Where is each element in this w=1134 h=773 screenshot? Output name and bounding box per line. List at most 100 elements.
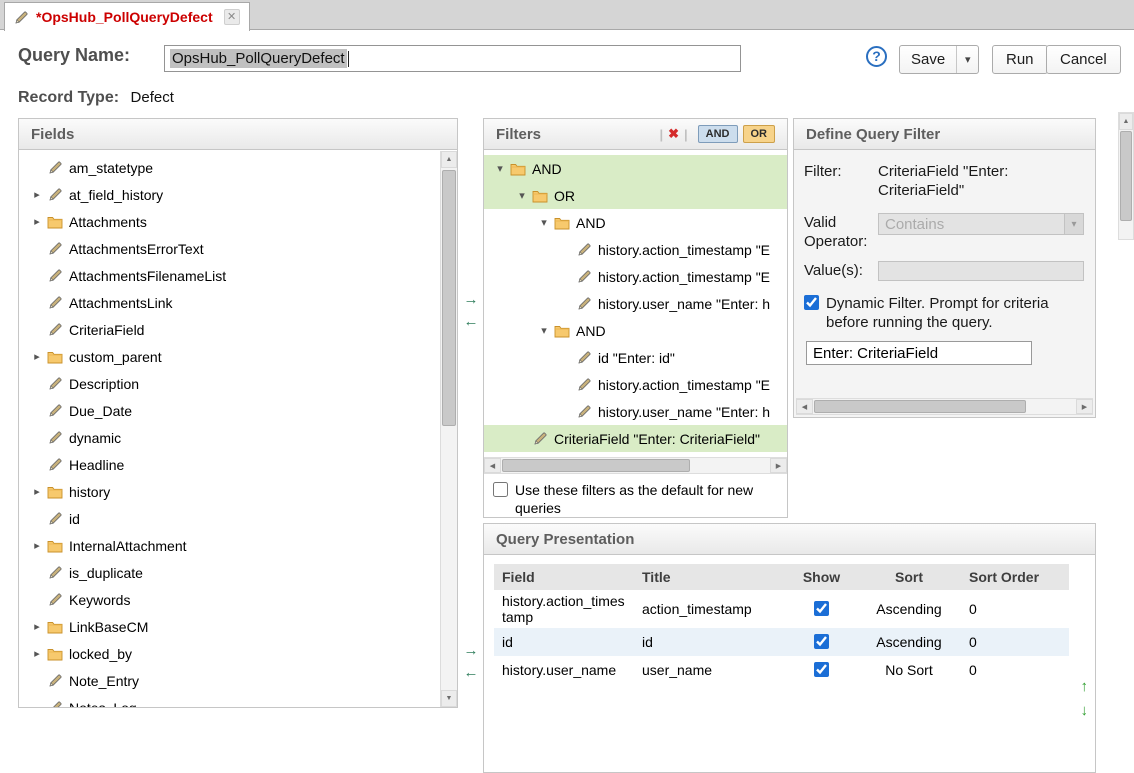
fields-scrollbar[interactable]: ▲ ▼ [440, 151, 457, 707]
scrollbar-thumb[interactable] [814, 400, 1026, 413]
field-item[interactable]: Notes_Log [19, 694, 440, 707]
filter-node-label: history.action_timestamp "E [598, 377, 770, 393]
field-item[interactable]: Headline [19, 451, 440, 478]
filters-horizontal-scrollbar[interactable]: ◀ ▶ [484, 457, 787, 474]
remove-from-presentation-icon[interactable]: ← [461, 664, 481, 681]
field-item[interactable]: Description [19, 370, 440, 397]
field-label: Description [69, 376, 139, 392]
collapse-arrow-icon[interactable]: ▾ [536, 216, 552, 229]
scroll-down-icon[interactable]: ▼ [441, 690, 457, 707]
help-icon[interactable]: ? [866, 46, 887, 67]
filter-node[interactable]: id "Enter: id" [484, 344, 787, 371]
table-row[interactable]: history.action_timestampaction_timestamp… [494, 590, 1069, 628]
filter-node-label: history.action_timestamp "E [598, 242, 770, 258]
field-item[interactable]: CriteriaField [19, 316, 440, 343]
collapse-arrow-icon[interactable]: ▾ [514, 189, 530, 202]
remove-from-filters-icon[interactable]: ← [461, 313, 481, 330]
reorder-down-icon[interactable]: ↓ [1081, 702, 1089, 719]
table-row[interactable]: history.user_nameuser_nameNo Sort0 [494, 656, 1069, 684]
show-checkbox[interactable] [814, 601, 829, 616]
filter-node[interactable]: ▾OR [484, 182, 787, 209]
expand-arrow-icon[interactable]: ▸ [29, 188, 45, 201]
scroll-left-icon[interactable]: ◀ [796, 399, 813, 414]
close-icon[interactable]: ✕ [224, 9, 240, 25]
expand-arrow-icon[interactable]: ▸ [29, 647, 45, 660]
field-item[interactable]: id [19, 505, 440, 532]
field-item[interactable]: ▸locked_by [19, 640, 440, 667]
move-to-presentation-icon[interactable]: → [461, 642, 481, 659]
scrollbar-thumb[interactable] [1120, 131, 1132, 221]
field-item[interactable]: AttachmentsFilenameList [19, 262, 440, 289]
expand-arrow-icon[interactable]: ▸ [29, 539, 45, 552]
field-item[interactable]: ▸history [19, 478, 440, 505]
cancel-button[interactable]: Cancel [1046, 45, 1121, 74]
filter-node[interactable]: history.action_timestamp "E [484, 236, 787, 263]
filter-node[interactable]: ▾AND [484, 155, 787, 182]
delete-filter-icon[interactable]: ✖ [668, 126, 679, 142]
collapse-arrow-icon[interactable]: ▾ [536, 324, 552, 337]
field-item[interactable]: am_statetype [19, 154, 440, 181]
define-horizontal-scrollbar[interactable]: ◀ ▶ [796, 398, 1093, 415]
move-to-filters-icon[interactable]: → [461, 291, 481, 308]
qp-show-cell [784, 660, 859, 680]
pencil-icon [14, 10, 29, 25]
scroll-right-icon[interactable]: ▶ [1076, 399, 1093, 414]
criteria-prompt-input[interactable] [806, 341, 1032, 365]
scroll-right-icon[interactable]: ▶ [770, 458, 787, 473]
filter-node[interactable]: CriteriaField "Enter: CriteriaField" [484, 425, 787, 452]
filter-node-label: history.action_timestamp "E [598, 269, 770, 285]
and-button[interactable]: AND [698, 125, 738, 143]
field-item[interactable]: Due_Date [19, 397, 440, 424]
scrollbar-thumb[interactable] [442, 170, 456, 426]
run-button[interactable]: Run [992, 45, 1048, 74]
field-label: InternalAttachment [69, 538, 187, 554]
query-name-input[interactable]: OpsHub_PollQueryDefect [164, 45, 741, 72]
page-vertical-scrollbar[interactable]: ▲ [1118, 112, 1134, 240]
filter-node-label: id "Enter: id" [598, 350, 675, 366]
show-checkbox[interactable] [814, 662, 829, 677]
save-button[interactable]: Save ▾ [899, 45, 979, 74]
tab-bar: *OpsHub_PollQueryDefect ✕ [0, 0, 1134, 30]
dynamic-filter-checkbox[interactable] [804, 295, 819, 310]
scroll-up-icon[interactable]: ▲ [441, 151, 457, 168]
filter-node[interactable]: history.action_timestamp "E [484, 263, 787, 290]
save-button-label[interactable]: Save [900, 46, 956, 73]
tab-opshub-pollquerydefect[interactable]: *OpsHub_PollQueryDefect ✕ [4, 2, 250, 31]
field-item[interactable]: ▸at_field_history [19, 181, 440, 208]
default-filters-checkbox[interactable] [493, 482, 508, 497]
define-query-filter-panel: Define Query Filter Filter: CriteriaFiel… [793, 118, 1096, 418]
pencil-icon [45, 241, 65, 256]
expand-arrow-icon[interactable]: ▸ [29, 485, 45, 498]
expand-arrow-icon[interactable]: ▸ [29, 350, 45, 363]
save-dropdown-icon[interactable]: ▾ [956, 46, 978, 73]
or-button[interactable]: OR [743, 125, 776, 143]
filter-node[interactable]: history.user_name "Enter: h [484, 398, 787, 425]
column-header-field: Field [494, 566, 634, 588]
scrollbar-thumb[interactable] [502, 459, 690, 472]
expand-arrow-icon[interactable]: ▸ [29, 620, 45, 633]
pencil-icon [45, 160, 65, 175]
field-item[interactable]: is_duplicate [19, 559, 440, 586]
field-item[interactable]: Note_Entry [19, 667, 440, 694]
table-header-row: Field Title Show Sort Sort Order [494, 564, 1069, 590]
filter-node[interactable]: history.action_timestamp "E [484, 371, 787, 398]
show-checkbox[interactable] [814, 634, 829, 649]
collapse-arrow-icon[interactable]: ▾ [492, 162, 508, 175]
field-item[interactable]: ▸Attachments [19, 208, 440, 235]
field-item[interactable]: ▸custom_parent [19, 343, 440, 370]
reorder-up-icon[interactable]: ↑ [1081, 678, 1089, 695]
filter-node[interactable]: history.user_name "Enter: h [484, 290, 787, 317]
field-item[interactable]: dynamic [19, 424, 440, 451]
field-item[interactable]: ▸ InternalAttachment [19, 532, 440, 559]
field-item[interactable]: AttachmentsErrorText [19, 235, 440, 262]
filter-node[interactable]: ▾AND [484, 317, 787, 344]
table-row[interactable]: ididAscending0 [494, 628, 1069, 656]
field-item[interactable]: Keywords [19, 586, 440, 613]
field-item[interactable]: ▸LinkBaseCM [19, 613, 440, 640]
expand-arrow-icon[interactable]: ▸ [29, 215, 45, 228]
presentation-table: Field Title Show Sort Sort Order history… [494, 564, 1069, 684]
scroll-up-icon[interactable]: ▲ [1119, 113, 1133, 130]
filter-node[interactable]: ▾AND [484, 209, 787, 236]
field-item[interactable]: AttachmentsLink [19, 289, 440, 316]
scroll-left-icon[interactable]: ◀ [484, 458, 501, 473]
